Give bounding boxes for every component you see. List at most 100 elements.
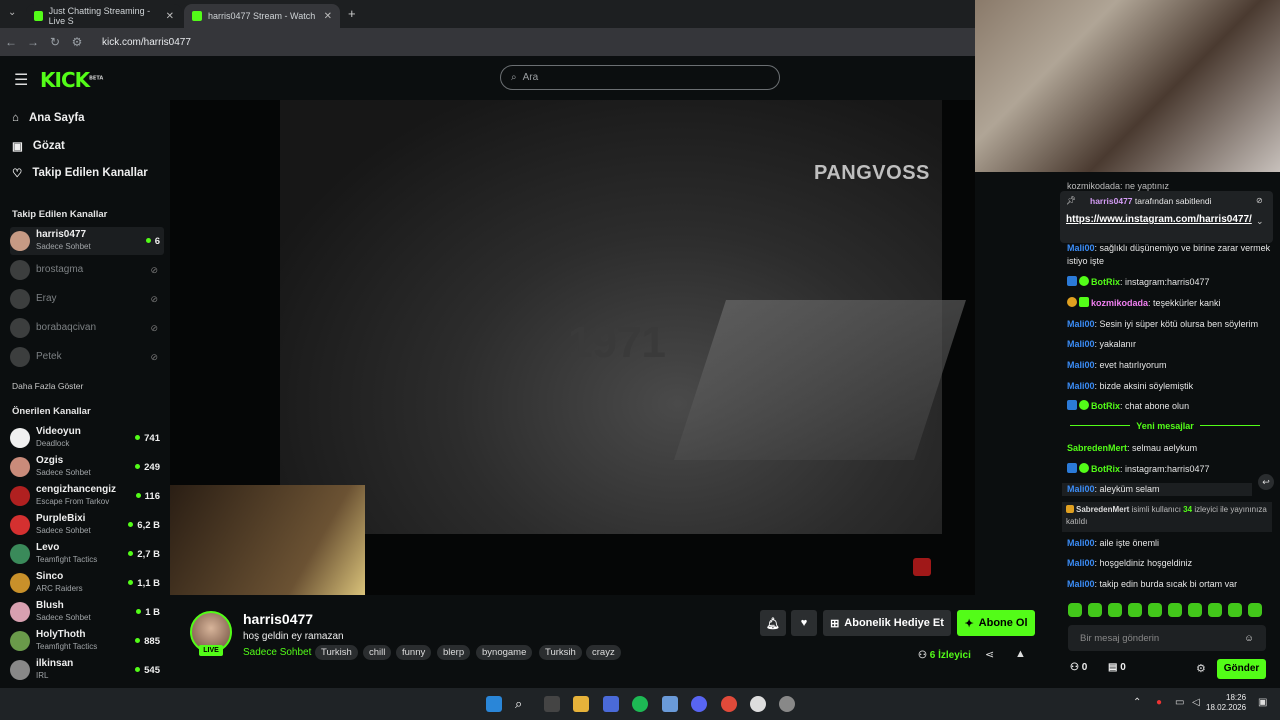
- gift-subscription-button[interactable]: ⊞ Abonelik Hediye Et: [823, 610, 951, 636]
- emote-icon[interactable]: [1068, 603, 1082, 617]
- emote-icon[interactable]: [1088, 603, 1102, 617]
- reload-icon[interactable]: ↻: [44, 35, 66, 49]
- close-icon[interactable]: ✕: [166, 11, 174, 22]
- address-bar: ← → ↻ ⚙ kick.com/harris0477: [0, 28, 975, 56]
- url-field[interactable]: kick.com/harris0477: [102, 37, 191, 48]
- share-icon[interactable]: ⋖: [985, 648, 994, 661]
- offline-icon: ⊘: [150, 264, 158, 275]
- recommended-channel[interactable]: Blush Sadece Sohbet 1 B: [10, 598, 164, 626]
- chrome-icon[interactable]: [721, 696, 737, 712]
- report-icon[interactable]: ▲: [1015, 648, 1026, 660]
- chat-message: Mali00: bizde aksini söylemiştik: [1067, 381, 1194, 391]
- app-icon[interactable]: [779, 696, 795, 712]
- new-tab-icon[interactable]: +: [348, 6, 356, 21]
- forward-icon[interactable]: →: [22, 35, 44, 49]
- recommended-channel[interactable]: Levo Teamfight Tactics 2,7 B: [10, 540, 164, 568]
- emote-icon[interactable]: [1248, 603, 1262, 617]
- avatar: [10, 602, 30, 622]
- browser-tab-active[interactable]: harris0477 Stream - Watch ✕: [184, 4, 340, 28]
- notification-icon[interactable]: ▣: [1258, 697, 1267, 708]
- verified-badge-icon: [1079, 400, 1089, 410]
- browser-tab[interactable]: Just Chatting Streaming - Live S ✕: [26, 4, 182, 28]
- tab-label: harris0477 Stream - Watch: [208, 11, 316, 21]
- nav-home[interactable]: ⌂ Ana Sayfa: [12, 112, 85, 124]
- emote-icon[interactable]: [1208, 603, 1222, 617]
- chat-message: SabredenMert: selmau aelykum: [1067, 443, 1198, 453]
- app-icon[interactable]: [662, 696, 678, 712]
- microphone-icon[interactable]: ●: [1156, 697, 1162, 708]
- windows-start-icon[interactable]: [486, 696, 502, 712]
- close-icon[interactable]: ✕: [324, 11, 332, 22]
- spotify-icon[interactable]: [632, 696, 648, 712]
- chat-input[interactable]: Bir mesaj gönderin ☺: [1068, 625, 1266, 651]
- chevron-down-icon[interactable]: ⌄: [1256, 216, 1264, 227]
- nav-following[interactable]: ♡ Takip Edilen Kanallar: [12, 166, 148, 180]
- emote-icon[interactable]: [1228, 603, 1242, 617]
- avatar: [10, 544, 30, 564]
- avatar: [10, 573, 30, 593]
- pinned-link[interactable]: https://www.instagram.com/harris0477/: [1066, 213, 1252, 226]
- tag[interactable]: Turkish: [315, 645, 358, 660]
- subscribe-button[interactable]: ✦ Abone Ol: [957, 610, 1035, 636]
- recommended-channel[interactable]: Videoyun Deadlock 741: [10, 424, 164, 452]
- tag[interactable]: blerp: [437, 645, 471, 660]
- emote-icon[interactable]: [1128, 603, 1142, 617]
- points-counter[interactable]: ⚇ 0: [1070, 662, 1087, 673]
- followed-channel[interactable]: Petek ⊘: [10, 343, 164, 371]
- emote-icon[interactable]: [1148, 603, 1162, 617]
- recommended-channel[interactable]: Sinco ARC Raiders 1,1 B: [10, 569, 164, 597]
- unpin-icon[interactable]: ⊘: [1256, 196, 1263, 205]
- tag[interactable]: funny: [396, 645, 432, 660]
- kick-favicon-icon: [192, 11, 202, 21]
- kick-logo[interactable]: KICKBETA: [40, 68, 103, 92]
- reply-icon[interactable]: ↩: [1258, 474, 1274, 490]
- follow-button[interactable]: ♥: [791, 610, 817, 636]
- stream-category[interactable]: Sadece Sohbet: [243, 647, 311, 658]
- search-icon[interactable]: ⌕: [515, 696, 531, 712]
- gift-icon: ⊞: [830, 617, 840, 630]
- store-icon[interactable]: [603, 696, 619, 712]
- emote-icon[interactable]: [1168, 603, 1182, 617]
- chat-message: BotRix: instagram:harris0477: [1067, 276, 1272, 289]
- nav-browse[interactable]: ▣ Gözat: [12, 139, 65, 153]
- hamburger-menu-icon[interactable]: ☰: [14, 70, 28, 90]
- followed-channel[interactable]: Eray ⊘: [10, 285, 164, 313]
- recommended-channel[interactable]: HolyThoth Teamfight Tactics 885: [10, 627, 164, 655]
- tab-list-icon[interactable]: ⌄: [8, 7, 16, 18]
- followed-channel[interactable]: brostagma ⊘: [10, 256, 164, 284]
- tag[interactable]: Turksih: [539, 645, 582, 660]
- task-view-icon[interactable]: [544, 696, 560, 712]
- recommended-channel[interactable]: PurpleBixi Sadece Sohbet 6,2 B: [10, 511, 164, 539]
- network-icon[interactable]: ▭: [1175, 697, 1184, 708]
- obs-icon[interactable]: [750, 696, 766, 712]
- avatar: [10, 486, 30, 506]
- volume-icon[interactable]: ◁: [1192, 697, 1200, 708]
- avatar: [10, 231, 30, 251]
- discord-icon[interactable]: [691, 696, 707, 712]
- avatar: [10, 347, 30, 367]
- recommended-channel[interactable]: ilkinsan IRL 545: [10, 656, 164, 684]
- site-info-icon[interactable]: ⚙: [66, 35, 88, 49]
- show-more-link[interactable]: Daha Fazla Göster: [12, 381, 83, 391]
- recommended-channel[interactable]: Ozgis Sadece Sohbet 249: [10, 453, 164, 481]
- file-explorer-icon[interactable]: [573, 696, 589, 712]
- system-clock[interactable]: 18:26 18.02.2026: [1206, 693, 1246, 713]
- send-button[interactable]: Gönder: [1217, 659, 1266, 679]
- followed-channel[interactable]: borabaqcivan ⊘: [10, 314, 164, 342]
- emoji-icon[interactable]: ☺: [1244, 633, 1254, 644]
- tag[interactable]: chill: [363, 645, 392, 660]
- followed-channel[interactable]: harris0477 Sadece Sohbet 6: [10, 227, 164, 255]
- gear-icon[interactable]: ⚙: [1196, 662, 1206, 675]
- tag[interactable]: bynogame: [476, 645, 533, 660]
- drops-counter[interactable]: ▤ 0: [1108, 662, 1126, 673]
- recommended-channel[interactable]: cengizhancengiz Escape From Tarkov 116: [10, 482, 164, 510]
- search-input[interactable]: ⌕ Ara: [500, 65, 780, 90]
- emote-icon[interactable]: [1188, 603, 1202, 617]
- tag[interactable]: crayz: [586, 645, 621, 660]
- channel-name[interactable]: harris0477: [243, 611, 313, 627]
- offline-icon: ⊘: [150, 293, 158, 304]
- chevron-up-icon[interactable]: ⌃: [1133, 697, 1141, 708]
- notification-bell-button[interactable]: 🔔︎: [760, 610, 786, 636]
- back-icon[interactable]: ←: [0, 35, 22, 49]
- emote-icon[interactable]: [1108, 603, 1122, 617]
